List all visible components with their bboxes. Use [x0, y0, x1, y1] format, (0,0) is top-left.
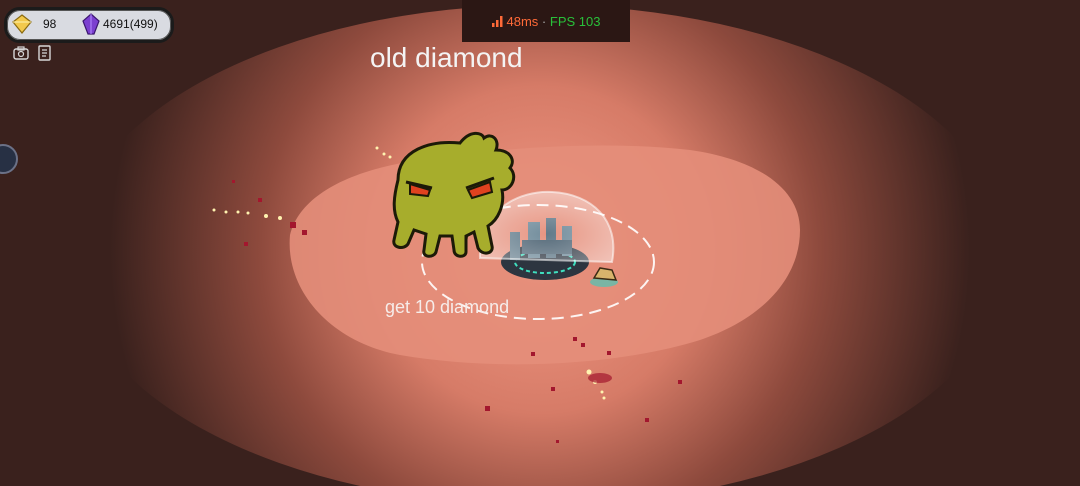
signal-bars-icon — [491, 16, 502, 27]
fps-value: FPS 103 — [549, 14, 601, 29]
quest-objective: get 10 diamond — [385, 297, 510, 317]
quest-title: old diamond — [370, 42, 523, 73]
currency-panel: 98 4691(499) — [4, 7, 174, 43]
gold-count: 98 — [43, 17, 57, 31]
inventory-icon[interactable] — [13, 45, 29, 61]
scroll-icon[interactable] — [37, 45, 53, 61]
ping-value: 48ms — [506, 14, 539, 29]
gold-diamond-icon — [12, 14, 32, 34]
purple-gem-icon — [82, 13, 100, 35]
separator: · — [541, 14, 547, 29]
network-status: 48ms · FPS 103 — [462, 0, 630, 42]
game-world[interactable] — [0, 0, 1080, 486]
gem-count: 4691(499) — [103, 17, 158, 31]
